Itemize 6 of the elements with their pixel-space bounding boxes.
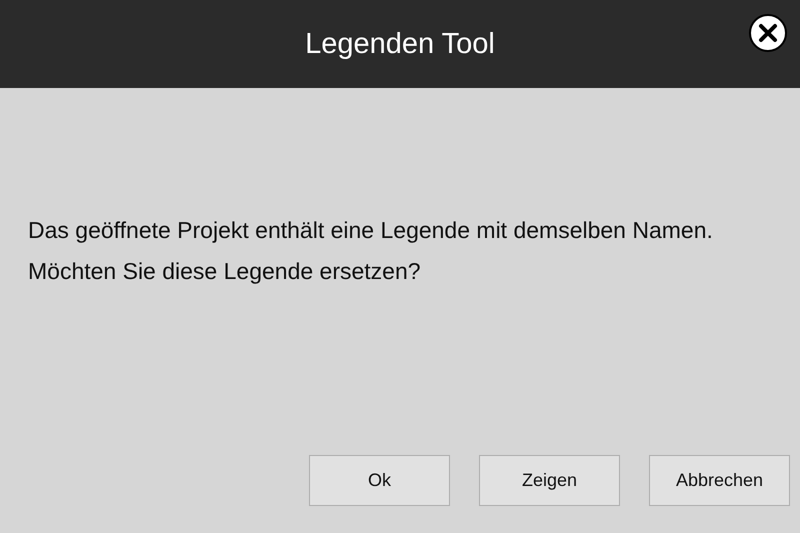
message-text: Das geöffnete Projekt enthält eine Legende mit demselben Namen. Möchten Sie diese Legende ersetzen? [28, 216, 714, 286]
dialog-button[interactable]: Ok [309, 455, 450, 506]
dialog-button[interactable]: Abbrechen [649, 455, 790, 506]
window-title: Legenden Tool [305, 28, 495, 60]
close-icon[interactable] [748, 13, 788, 53]
dialog-button[interactable]: Zeigen [479, 455, 620, 506]
